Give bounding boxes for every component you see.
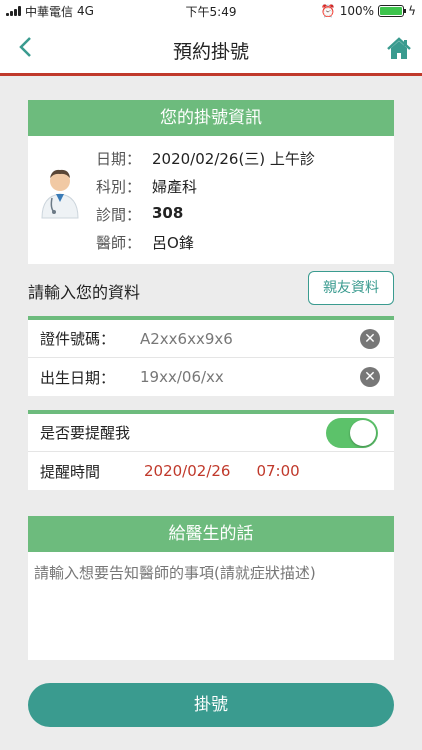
info-row-date: 日期： 2020/02/26(三) 上午診 [96, 148, 315, 169]
info-row-room: 診間： 308 [96, 204, 183, 225]
id-number-value[interactable]: A2xx6xx9x6 [140, 330, 394, 348]
info-body: 日期： 2020/02/26(三) 上午診 科別： 婦產科 診間： 308 醫師… [28, 136, 394, 264]
register-button[interactable]: 掛號 [28, 683, 394, 727]
reminder-date[interactable]: 2020/02/26 [144, 462, 230, 480]
reminder-toggle-label: 是否要提醒我 [40, 424, 131, 442]
appointment-info-card: 您的掛號資訊 日期： 2020/02/26(三) 上午診 科別： 婦產科 診間：… [28, 100, 394, 264]
info-label: 科別： [96, 178, 142, 196]
info-label: 診間： [96, 206, 142, 224]
alarm-icon: ⏰ [320, 4, 336, 18]
info-value-date: 2020/02/26(三) 上午診 [152, 150, 315, 168]
home-icon[interactable] [386, 36, 412, 62]
id-number-field[interactable]: 證件號碼： A2xx6xx9x6 ✕ [28, 320, 394, 358]
info-row-department: 科別： 婦產科 [96, 176, 197, 197]
battery-label: 100% [339, 4, 375, 18]
reminder-time[interactable]: 07:00 [256, 462, 299, 480]
info-value-room: 308 [152, 204, 184, 222]
friend-data-button[interactable]: 親友資料 [308, 271, 394, 305]
info-header: 您的掛號資訊 [28, 100, 394, 136]
doctor-note-input[interactable] [28, 552, 394, 660]
birth-date-field[interactable]: 出生日期： 19xx/06/xx ✕ [28, 358, 394, 396]
clear-icon[interactable]: ✕ [360, 367, 380, 387]
doctor-note-card: 給醫生的話 [28, 516, 394, 660]
page-title: 預約掛號 [172, 41, 249, 63]
info-row-doctor: 醫師： 呂O鋒 [96, 232, 194, 253]
info-label: 日期： [96, 150, 142, 168]
id-number-label: 證件號碼： [40, 330, 116, 348]
form-section-title: 請輸入您的資料 [28, 283, 141, 302]
birth-date-value[interactable]: 19xx/06/xx [140, 368, 394, 386]
status-bar: 中華電信 4G 下午5:49 ⏰ 100% ϟ [0, 0, 422, 22]
info-value-department: 婦產科 [152, 178, 198, 196]
battery-icon [378, 5, 407, 17]
birth-date-label: 出生日期： [40, 368, 116, 387]
doctor-avatar-icon [38, 166, 82, 220]
info-label: 醫師： [96, 234, 142, 252]
info-value-doctor: 呂O鋒 [152, 234, 194, 252]
nav-bar: 預約掛號 [0, 22, 422, 76]
personal-data-form: 證件號碼： A2xx6xx9x6 ✕ 出生日期： 19xx/06/xx ✕ [28, 316, 394, 396]
charging-icon: ϟ [408, 4, 416, 18]
clear-icon[interactable]: ✕ [360, 329, 380, 349]
reminder-toggle-row: 是否要提醒我 [28, 414, 394, 452]
status-right: ⏰ 100% ϟ [321, 4, 416, 18]
reminder-time-row[interactable]: 提醒時間 2020/02/26 07:00 [28, 452, 394, 490]
reminder-toggle[interactable] [326, 418, 378, 448]
note-header: 給醫生的話 [28, 516, 394, 552]
reminder-time-label: 提醒時間 [40, 462, 101, 481]
reminder-card: 是否要提醒我 提醒時間 2020/02/26 07:00 [28, 410, 394, 490]
